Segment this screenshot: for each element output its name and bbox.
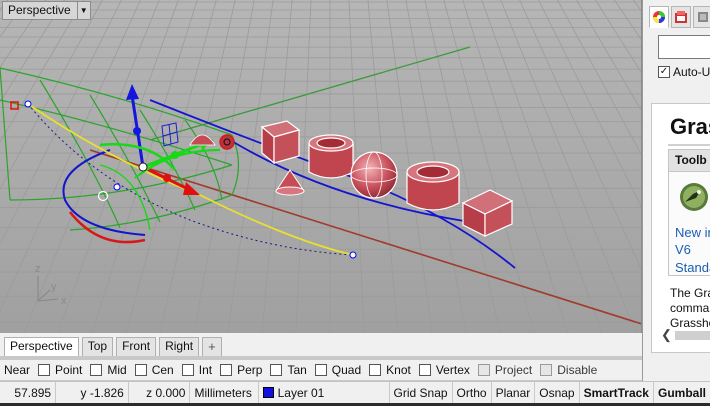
osnap-toggle[interactable]: Osnap (535, 381, 580, 404)
grasshopper-icon[interactable] (679, 182, 709, 212)
osnap-perp[interactable]: Perp (220, 363, 262, 377)
osnap-tan[interactable]: Tan (270, 363, 307, 377)
osnap-point[interactable]: Point (38, 363, 82, 377)
planar-toggle[interactable]: Planar (492, 381, 536, 404)
checkbox-icon[interactable] (540, 364, 553, 376)
osnap-label: Vertex (435, 363, 470, 377)
viewport-tabs: Perspective Top Front Right + (0, 333, 642, 356)
red-box-1[interactable] (260, 120, 301, 165)
osnap-label: Perp (237, 363, 263, 377)
scrollbar-track[interactable] (675, 330, 710, 340)
axis-label-z: z (35, 263, 41, 275)
side-panel: ✓ Auto-U Gras Toolb New in V6 Standa The… (642, 0, 710, 406)
coord-z: z 0.000 (129, 381, 191, 404)
red-sphere[interactable] (350, 151, 398, 199)
coord-x: 57.895 (0, 381, 57, 404)
axis-label-x: x (61, 295, 67, 307)
osnap-label: Tan (287, 363, 307, 377)
osnap-vertex[interactable]: Vertex (418, 363, 470, 377)
osnap-quad[interactable]: Quad (314, 363, 362, 377)
checkbox-icon[interactable] (418, 364, 431, 376)
toolbar-box: Toolb New in V6 Standa (668, 149, 710, 276)
checkbox-icon[interactable] (181, 364, 194, 376)
auto-update-checkbox[interactable]: ✓ Auto-U (658, 65, 710, 79)
osnap-bar: Near Point Mid Cen Int Perp Tan Quad Kno… (0, 360, 642, 380)
axis-label-y: y (51, 281, 57, 293)
rhino-properties-icon[interactable] (671, 6, 691, 28)
viewport-scene[interactable]: z y x (0, 0, 642, 333)
checkbox-icon[interactable] (134, 364, 147, 376)
link-standard[interactable]: Standa (675, 260, 710, 275)
control-point[interactable] (113, 183, 121, 191)
checkbox-icon[interactable] (38, 364, 51, 376)
help-pane: Gras Toolb New in V6 Standa The Gra comm… (651, 103, 710, 353)
checkbox-icon[interactable] (314, 364, 327, 376)
link-new-in[interactable]: New in (675, 225, 710, 240)
checkbox-icon[interactable] (90, 364, 103, 376)
gumball-toggle[interactable]: Gumball (654, 382, 710, 404)
osnap-label: Cen (151, 363, 174, 377)
desc-line: comma (670, 301, 710, 315)
chevron-left-icon[interactable]: ❮ (661, 327, 675, 343)
desc-line: The Gra (670, 286, 710, 300)
units-label[interactable]: Millimeters (190, 381, 259, 404)
help-description: The Gra comma Grassho (670, 286, 710, 331)
layers-icon[interactable] (693, 6, 710, 28)
viewport-name[interactable]: Perspective (3, 2, 77, 19)
red-tube-1[interactable] (308, 134, 354, 179)
tab-front[interactable]: Front (116, 337, 157, 356)
rhino-window: z y x Perspective ▼ ✓ Auto-U Gras (0, 0, 710, 406)
osnap-int[interactable]: Int (181, 363, 213, 377)
checkbox-icon[interactable] (270, 364, 283, 376)
osnap-near-label[interactable]: Near (4, 363, 30, 377)
control-point[interactable] (24, 100, 32, 108)
layer-color-swatch (262, 386, 274, 398)
osnap-label: Project (494, 363, 533, 377)
checkbox-icon[interactable] (369, 364, 382, 376)
ortho-toggle[interactable]: Ortho (453, 381, 492, 404)
grid-snap-toggle[interactable]: Grid Snap (390, 381, 453, 404)
osnap-label: Quad (331, 363, 362, 377)
osnap-project[interactable]: Project (477, 363, 533, 377)
checkbox-icon[interactable] (477, 364, 490, 376)
osnap-knot[interactable]: Knot (369, 363, 411, 377)
layer-indicator[interactable]: Layer 01 (259, 381, 390, 404)
panel-tabs (649, 6, 710, 30)
coord-y: y -1.826 (56, 381, 129, 404)
tab-perspective[interactable]: Perspective (4, 337, 79, 356)
triangle-down-icon[interactable]: ▼ (76, 2, 90, 19)
add-tab-icon[interactable]: + (202, 337, 222, 356)
checkbox-checked-icon[interactable]: ✓ (658, 66, 670, 78)
osnap-label: Mid (107, 363, 127, 377)
smarttrack-toggle[interactable]: SmartTrack (580, 381, 654, 404)
tab-right[interactable]: Right (159, 337, 200, 356)
toolbar-header: Toolb (669, 150, 710, 172)
osnap-label: Disable (557, 363, 598, 377)
osnap-label: Knot (386, 363, 411, 377)
perspective-viewport[interactable]: z y x Perspective ▼ (0, 0, 642, 333)
divider (668, 144, 710, 146)
layer-name: Layer 01 (277, 385, 325, 400)
osnap-mid[interactable]: Mid (90, 363, 127, 377)
osnap-disable[interactable]: Disable (540, 363, 597, 377)
osnap-label: Int (198, 363, 213, 377)
control-point[interactable] (349, 251, 357, 259)
tab-top[interactable]: Top (81, 337, 114, 356)
red-tube-2[interactable] (406, 161, 460, 211)
checkbox-icon[interactable] (220, 364, 233, 376)
status-bar: 57.895 y -1.826 z 0.000 Millimeters Laye… (0, 381, 710, 404)
search-input[interactable] (658, 35, 710, 59)
horizontal-scrollbar[interactable]: ❮ (661, 327, 710, 343)
link-v6[interactable]: V6 (675, 242, 691, 257)
help-title: Gras (670, 114, 710, 139)
auto-update-label: Auto-U (673, 65, 710, 79)
color-wheel-icon[interactable] (649, 6, 669, 28)
osnap-label: Point (55, 363, 83, 377)
viewport-title[interactable]: Perspective ▼ (2, 1, 91, 20)
osnap-cen[interactable]: Cen (134, 363, 174, 377)
